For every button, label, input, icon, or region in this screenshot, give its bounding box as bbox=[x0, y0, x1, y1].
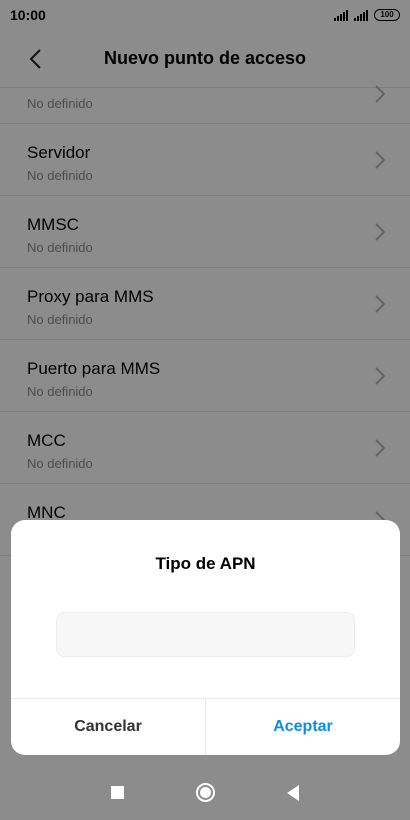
screen: 10:00 100 Nuevo punto de acceso No defin… bbox=[0, 0, 410, 820]
accept-button[interactable]: Aceptar bbox=[206, 699, 400, 755]
system-nav-bar bbox=[0, 765, 410, 820]
home-icon[interactable] bbox=[196, 783, 215, 802]
dialog-actions: Cancelar Aceptar bbox=[11, 698, 400, 755]
apn-type-dialog: Tipo de APN Cancelar Aceptar bbox=[11, 520, 400, 755]
cancel-button[interactable]: Cancelar bbox=[11, 699, 206, 755]
dialog-title: Tipo de APN bbox=[155, 554, 256, 573]
apn-type-input[interactable] bbox=[56, 612, 355, 657]
back-triangle-icon[interactable] bbox=[287, 784, 299, 801]
recents-icon[interactable] bbox=[111, 786, 124, 799]
